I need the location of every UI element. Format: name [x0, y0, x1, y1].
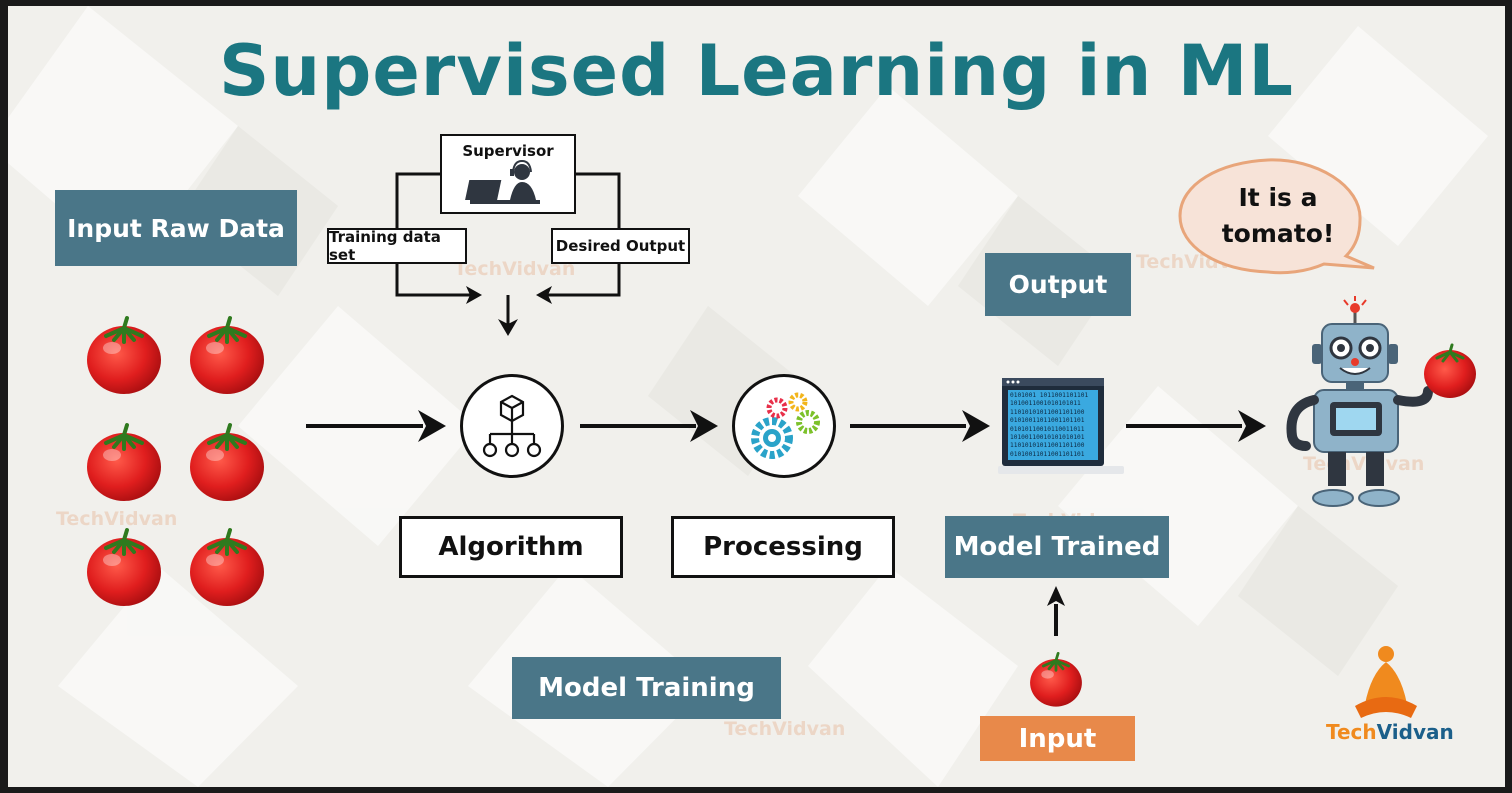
binary-row: 1010011001010101011	[1010, 400, 1081, 408]
tomato-icon	[1424, 343, 1476, 398]
diagram-canvas: Supervised Learning in ML TechVidvan Tec…	[8, 6, 1505, 787]
input-label: Input	[980, 716, 1135, 761]
binary-code-text: 0101001 1011001101101 1010011001010101011…	[1010, 392, 1102, 460]
binary-row: 10100110010101010101	[1010, 434, 1085, 442]
model-trained-label: Model Trained	[945, 516, 1169, 578]
binary-row: 11010101011001101100	[1010, 408, 1085, 416]
binary-row: 01010110010110011011	[1010, 425, 1085, 433]
arrow-head	[962, 410, 990, 442]
binary-row: 01010011011001101101	[1010, 417, 1085, 425]
techvidvan-logo-text: TechVidvan	[1326, 720, 1454, 744]
speech-bubble-text: It is a tomato!	[1221, 183, 1335, 248]
binary-row: 11010101011001101100	[1010, 442, 1085, 450]
gears-icon	[751, 392, 820, 459]
binary-row: 01010011011001101101	[1010, 450, 1085, 458]
arrow-head	[1047, 586, 1065, 606]
robot-icon	[1286, 296, 1476, 507]
processing-box: Processing	[671, 516, 895, 578]
output-label: Output	[985, 253, 1131, 316]
arrow-head	[1238, 410, 1266, 442]
binary-row: 0101001 1011001101101	[1010, 392, 1089, 399]
model-training-label: Model Training	[512, 657, 781, 719]
techvidvan-logo-icon	[1355, 646, 1417, 718]
algorithm-box: Algorithm	[399, 516, 623, 578]
algorithm-hierarchy-icon	[482, 394, 542, 458]
